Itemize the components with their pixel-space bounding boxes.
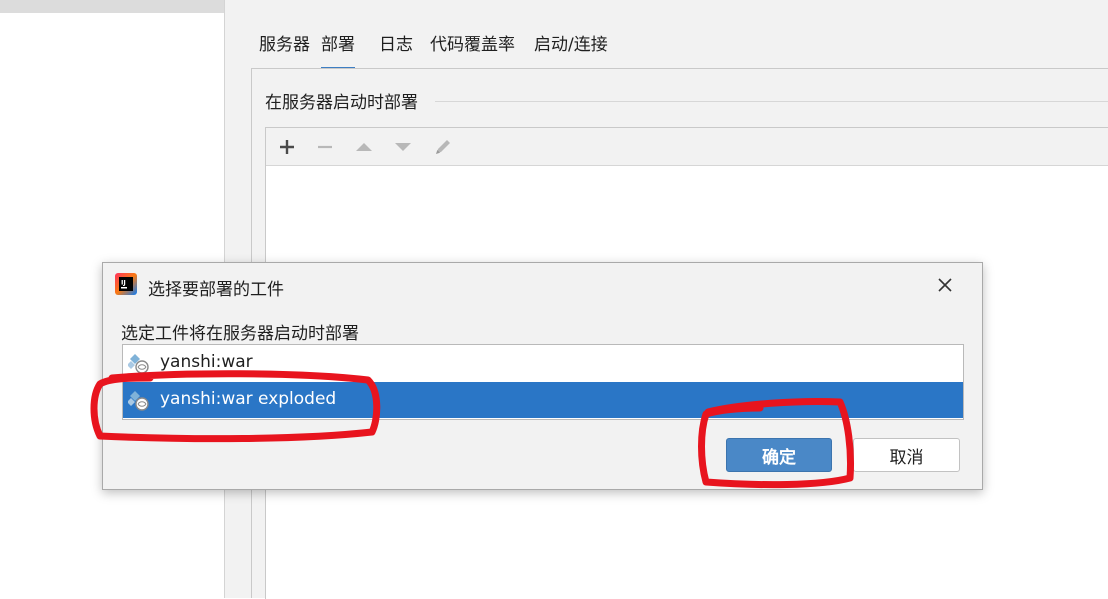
pencil-icon[interactable] <box>430 134 456 160</box>
artifact-icon <box>127 390 150 412</box>
tab-logs[interactable]: 日志 <box>379 30 413 68</box>
left-pane-header <box>0 0 224 13</box>
artifact-item-war-exploded[interactable]: yanshi:war exploded <box>123 382 963 418</box>
plus-icon[interactable] <box>274 134 300 160</box>
close-icon[interactable] <box>931 271 959 299</box>
tab-server[interactable]: 服务器 <box>259 30 310 68</box>
minus-icon[interactable] <box>312 134 338 160</box>
tab-code-coverage[interactable]: 代码覆盖率 <box>430 30 515 68</box>
intellij-idea-icon: IJ <box>115 273 137 295</box>
arrow-down-icon[interactable] <box>390 134 416 160</box>
artifact-name: yanshi:war exploded <box>160 389 337 409</box>
cancel-button[interactable]: 取消 <box>853 438 960 472</box>
artifact-item-war[interactable]: yanshi:war <box>123 345 963 381</box>
deploy-artifact-dialog: IJ 选择要部署的工件 选定工件将在服务器启动时部署 yanshi:war ya… <box>102 262 983 490</box>
tab-startup-connection[interactable]: 启动/连接 <box>534 30 608 68</box>
dialog-description: 选定工件将在服务器启动时部署 <box>121 324 359 344</box>
ok-button[interactable]: 确定 <box>726 438 832 472</box>
dialog-title: 选择要部署的工件 <box>148 280 284 300</box>
section-separator <box>435 101 1108 102</box>
arrow-up-icon[interactable] <box>351 134 377 160</box>
artifact-name: yanshi:war <box>160 352 253 372</box>
artifact-icon <box>127 353 150 375</box>
artifact-list[interactable]: yanshi:war yanshi:war exploded <box>122 344 964 420</box>
list-toolbar <box>266 128 1108 166</box>
svg-text:IJ: IJ <box>121 279 126 287</box>
tab-deployment[interactable]: 部署 <box>321 30 355 70</box>
section-title: 在服务器启动时部署 <box>265 93 418 113</box>
